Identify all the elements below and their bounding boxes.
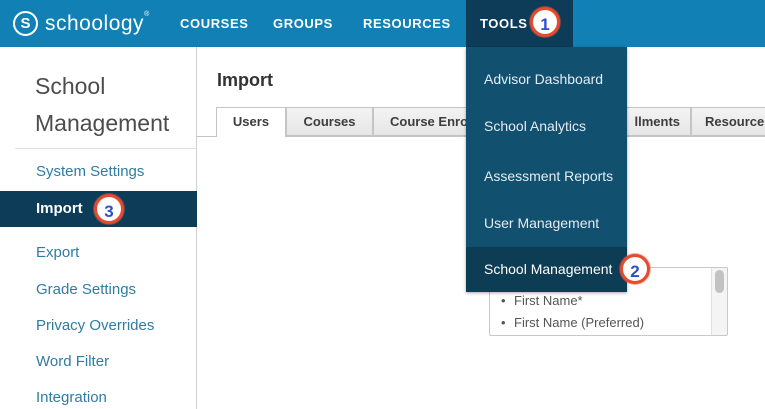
- menu-item-assessment-reports[interactable]: Assessment Reports: [484, 169, 613, 183]
- menu-item-school-management[interactable]: School Management: [466, 247, 627, 292]
- nav-item-courses[interactable]: COURSES: [180, 0, 249, 47]
- top-nav-bar: S schoology® COURSES GROUPS RESOURCES TO…: [0, 0, 765, 47]
- sidebar-item-word-filter[interactable]: Word Filter: [36, 353, 109, 371]
- field-item: First Name (Preferred): [490, 312, 727, 334]
- sidebar-divider: [15, 148, 196, 149]
- page-title: Import: [217, 70, 273, 91]
- callout-badge-1: 1: [530, 7, 560, 37]
- tab-resources[interactable]: Resource: [691, 107, 765, 136]
- tools-dropdown-menu: Advisor Dashboard School Analytics Asses…: [466, 47, 627, 292]
- brand-text: schoology: [45, 12, 144, 35]
- listbox-scrollbar[interactable]: [711, 268, 727, 335]
- menu-item-school-analytics[interactable]: School Analytics: [484, 119, 586, 133]
- sidebar-title: School Management: [35, 68, 185, 142]
- sidebar-item-import-label: Import: [36, 191, 83, 227]
- sidebar-item-export[interactable]: Export: [36, 244, 79, 262]
- app-window: Import Users Courses Course Enro llments…: [0, 0, 765, 409]
- nav-item-groups[interactable]: GROUPS: [273, 0, 333, 47]
- sidebar: School Management System Settings Import…: [0, 47, 197, 409]
- menu-item-advisor-dashboard[interactable]: Advisor Dashboard: [484, 72, 603, 86]
- brand-name: schoology®: [45, 11, 150, 36]
- menu-item-user-management[interactable]: User Management: [484, 216, 599, 230]
- callout-badge-2: 2: [620, 254, 650, 284]
- field-item: First Name*: [490, 290, 727, 312]
- tab-courses[interactable]: Courses: [286, 107, 373, 136]
- scrollbar-thumb[interactable]: [715, 270, 724, 293]
- schoology-logo[interactable]: S schoology®: [13, 0, 150, 47]
- callout-badge-3: 3: [94, 194, 124, 224]
- nav-item-resources[interactable]: RESOURCES: [363, 0, 451, 47]
- sidebar-item-grade-settings[interactable]: Grade Settings: [36, 281, 136, 299]
- registered-mark: ®: [144, 11, 150, 18]
- tab-users[interactable]: Users: [216, 107, 286, 137]
- menu-item-school-management-label: School Management: [484, 247, 612, 292]
- sidebar-item-system-settings[interactable]: System Settings: [36, 163, 144, 181]
- sidebar-item-privacy-overrides[interactable]: Privacy Overrides: [36, 317, 154, 335]
- nav-item-tools[interactable]: TOOLS: [480, 0, 528, 47]
- schoology-logo-icon: S: [13, 11, 38, 36]
- sidebar-item-integration[interactable]: Integration: [36, 389, 107, 407]
